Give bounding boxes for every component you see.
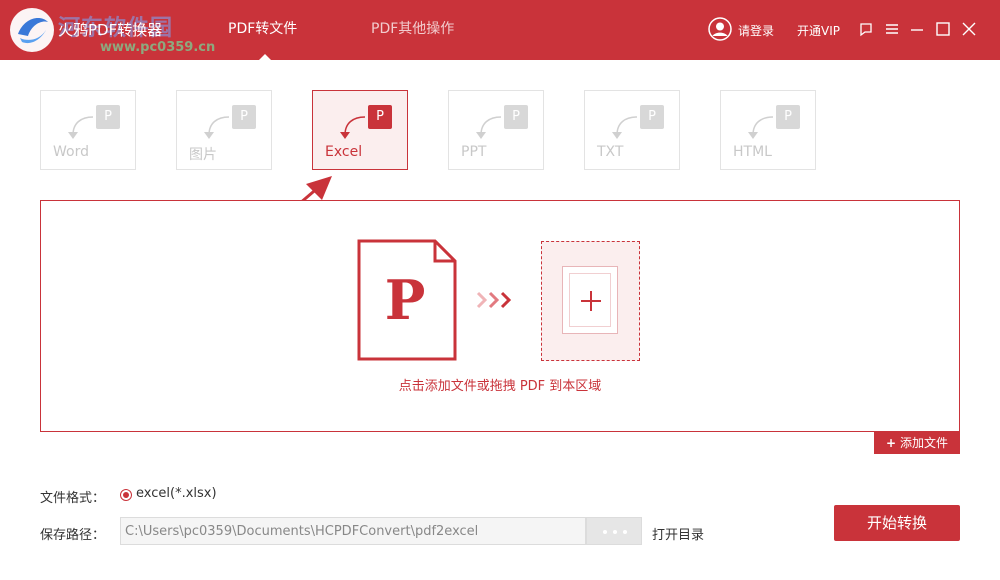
user-avatar-icon[interactable] (708, 17, 732, 41)
tab-pdf-other-ops[interactable]: PDF其他操作 (371, 18, 454, 38)
more-dots-icon (603, 530, 627, 534)
convert-arrow-icon (68, 116, 94, 139)
pdf-document-icon: P (357, 239, 457, 361)
format-label: Word (53, 144, 89, 160)
format-label: 图片 (189, 147, 217, 163)
active-tab-indicator (259, 54, 271, 60)
format-card-image[interactable]: P 图片 (176, 90, 272, 170)
add-file-inner-frame (569, 273, 611, 327)
format-label: Excel (325, 144, 363, 160)
format-card-txt[interactable]: P TXT (584, 90, 680, 170)
add-file-frame (562, 266, 618, 334)
plus-icon: + (886, 436, 897, 450)
format-label: TXT (597, 144, 624, 160)
add-file-label: 添加文件 (899, 436, 948, 450)
format-card-word[interactable]: P Word (40, 90, 136, 170)
save-path-input[interactable] (120, 517, 586, 545)
open-directory-link[interactable]: 打开目录 (652, 524, 704, 543)
app-title: 火鸦PDF转换器 (58, 21, 163, 39)
convert-arrow-icon (204, 116, 230, 139)
pdf-badge: P (504, 105, 528, 129)
plus-icon-vertical (590, 291, 592, 311)
format-option-label[interactable]: excel(*.xlsx) (136, 486, 217, 501)
pdf-badge: P (640, 105, 664, 129)
title-bar: 河东软件园 火鸦PDF转换器 www.pc0359.cn PDF转文件 PDF其… (0, 0, 1000, 60)
convert-arrow-icon (612, 116, 638, 139)
vip-link[interactable]: 开通VIP (797, 22, 840, 39)
close-icon[interactable] (960, 20, 978, 38)
format-card-html[interactable]: P HTML (720, 90, 816, 170)
chat-icon[interactable] (857, 20, 875, 38)
browse-button[interactable] (586, 517, 642, 545)
pdf-badge: P (232, 105, 256, 129)
file-format-label: 文件格式： (40, 491, 106, 506)
chevrons-right-icon (476, 291, 512, 309)
tab-pdf-to-file[interactable]: PDF转文件 (228, 18, 297, 38)
add-pdf-box[interactable] (541, 241, 640, 361)
save-path-label: 保存路径： (40, 528, 106, 543)
convert-arrow-icon (340, 116, 366, 139)
convert-arrow-icon (748, 116, 774, 139)
pdf-badge: P (96, 105, 120, 129)
start-convert-button[interactable]: 开始转换 (834, 505, 960, 541)
file-drop-zone[interactable]: P 点击添加文件或拖拽 PDF 到本区域 (40, 200, 960, 432)
watermark-url: www.pc0359.cn (100, 40, 216, 55)
minimize-icon[interactable] (908, 20, 926, 38)
add-file-button[interactable]: + 添加文件 (874, 432, 960, 454)
maximize-icon[interactable] (934, 20, 952, 38)
convert-arrow-icon (476, 116, 502, 139)
format-label: HTML (733, 144, 772, 160)
pdf-badge: P (368, 105, 392, 129)
format-card-excel[interactable]: P Excel (312, 90, 408, 170)
format-radio-xlsx[interactable] (120, 489, 132, 501)
format-card-ppt[interactable]: P PPT (448, 90, 544, 170)
format-label: PPT (461, 144, 487, 160)
app-logo-icon (6, 4, 58, 56)
login-link[interactable]: 请登录 (738, 22, 774, 39)
pdf-letter: P (385, 268, 426, 332)
pdf-badge: P (776, 105, 800, 129)
menu-icon[interactable] (883, 20, 901, 38)
drop-hint-text: 点击添加文件或拖拽 PDF 到本区域 (398, 379, 602, 394)
